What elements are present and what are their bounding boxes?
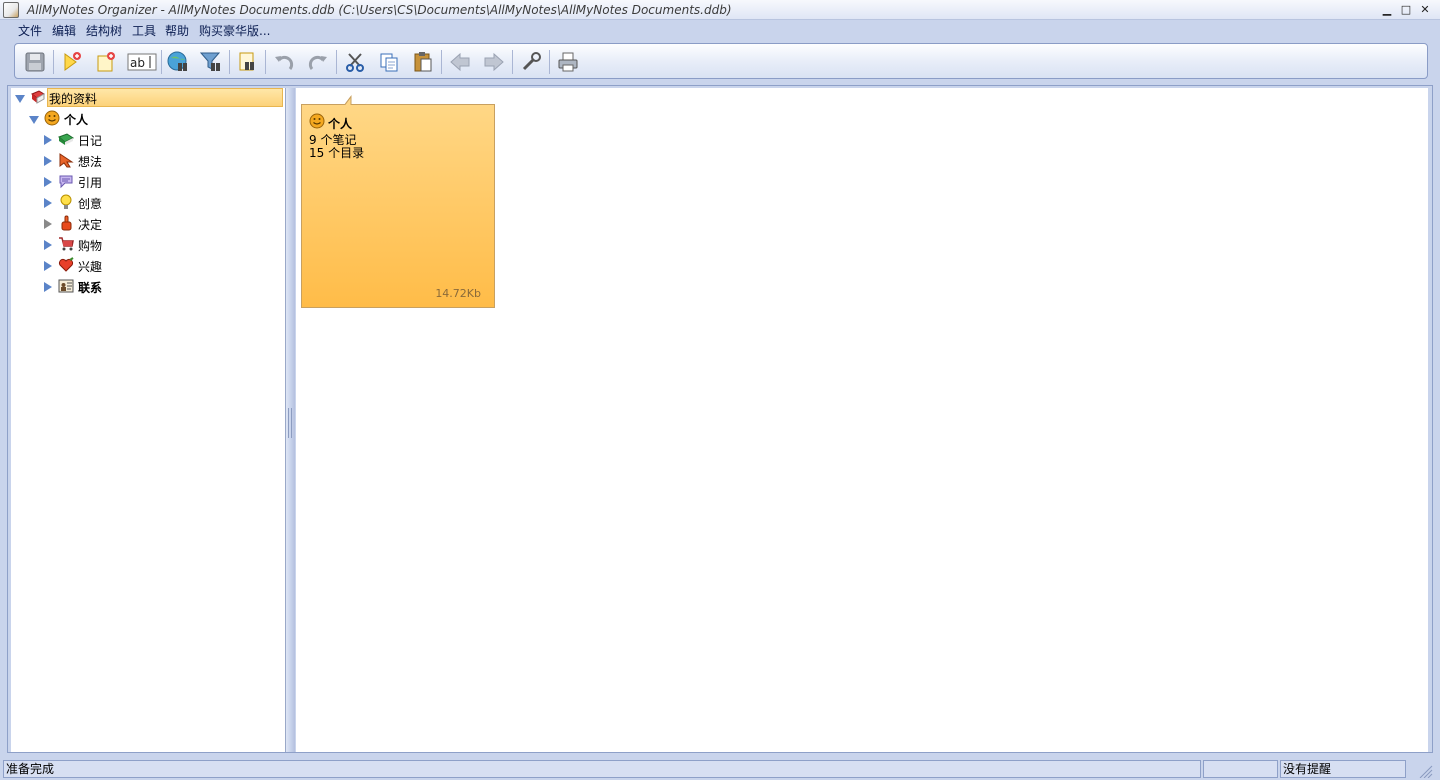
menu-tree[interactable]: 结构树 bbox=[86, 22, 122, 39]
smiley-icon bbox=[309, 113, 325, 129]
speech-bubble-icon bbox=[59, 175, 73, 189]
tree-item-contacts[interactable]: 联系 bbox=[11, 277, 283, 297]
rename-icon[interactable]: ab bbox=[127, 49, 157, 75]
print-icon[interactable] bbox=[555, 49, 581, 75]
find-icon[interactable] bbox=[235, 49, 261, 75]
panel-splitter[interactable] bbox=[286, 88, 295, 752]
menu-buy-deluxe[interactable]: 购买豪华版... bbox=[199, 22, 270, 39]
tree-item-label: 日记 bbox=[78, 134, 103, 148]
cut-icon[interactable] bbox=[342, 49, 368, 75]
tree-item-quotes[interactable]: 引用 bbox=[11, 172, 283, 192]
tree-folder-personal[interactable]: 个人 bbox=[11, 109, 283, 129]
card-size: 14.72Kb bbox=[435, 287, 481, 300]
paste-icon[interactable] bbox=[410, 49, 436, 75]
collapse-toggle-icon[interactable] bbox=[44, 135, 52, 145]
card-title: 个人 bbox=[328, 117, 353, 131]
tree-root-label: 我的资料 bbox=[49, 92, 98, 106]
tree-item-decisions[interactable]: 决定 bbox=[11, 214, 283, 234]
tree-item-creative[interactable]: 创意 bbox=[11, 193, 283, 213]
status-bar: 准备完成 没有提醒 bbox=[0, 758, 1440, 780]
tree-item-label: 想法 bbox=[78, 155, 103, 169]
expand-toggle-icon[interactable] bbox=[29, 116, 39, 124]
expand-toggle-icon[interactable] bbox=[15, 95, 25, 103]
pointing-hand-icon bbox=[61, 215, 72, 231]
filter-icon[interactable] bbox=[198, 49, 224, 75]
contact-card-icon bbox=[58, 279, 74, 293]
tree-item-label: 创意 bbox=[78, 197, 103, 211]
tree-item-label: 购物 bbox=[78, 239, 103, 253]
collapse-toggle-icon[interactable] bbox=[44, 177, 52, 187]
lightbulb-icon bbox=[60, 194, 72, 209]
minimize-button[interactable]: ▁ bbox=[1380, 3, 1394, 17]
menu-help[interactable]: 帮助 bbox=[165, 22, 189, 39]
save-icon[interactable] bbox=[22, 49, 48, 75]
shopping-cart-icon bbox=[59, 237, 74, 251]
forward-arrow-icon[interactable] bbox=[481, 49, 507, 75]
smiley-icon bbox=[44, 110, 60, 126]
thought-arrow-icon bbox=[59, 153, 74, 168]
maximize-button[interactable]: □ bbox=[1399, 3, 1413, 17]
app-icon[interactable] bbox=[3, 2, 19, 18]
tree-item-label: 兴趣 bbox=[78, 260, 103, 274]
collapse-toggle-icon[interactable] bbox=[44, 240, 52, 250]
status-reminder: 没有提醒 bbox=[1280, 760, 1406, 778]
menu-bar: 文件 编辑 结构树 工具 帮助 购买豪华版... bbox=[0, 20, 1440, 40]
collapse-toggle-icon[interactable] bbox=[44, 198, 52, 208]
new-folder-icon[interactable] bbox=[93, 49, 119, 75]
resize-grip-icon[interactable] bbox=[1418, 764, 1434, 779]
tree-item-label: 联系 bbox=[78, 281, 103, 295]
copy-icon[interactable] bbox=[376, 49, 402, 75]
toolbar: ab bbox=[14, 43, 1428, 79]
status-spacer bbox=[1203, 760, 1278, 778]
menu-tools[interactable]: 工具 bbox=[132, 22, 156, 39]
collapse-toggle-icon[interactable] bbox=[44, 282, 52, 292]
tree-item-label: 引用 bbox=[78, 176, 103, 190]
menu-file[interactable]: 文件 bbox=[18, 22, 42, 39]
tree-item-shopping[interactable]: 购物 bbox=[11, 235, 283, 255]
undo-icon[interactable] bbox=[271, 49, 297, 75]
web-search-icon[interactable] bbox=[165, 49, 191, 75]
tree-item-ideas[interactable]: 想法 bbox=[11, 151, 283, 171]
tools-icon[interactable] bbox=[518, 49, 544, 75]
new-note-icon[interactable] bbox=[59, 49, 85, 75]
menu-edit[interactable]: 编辑 bbox=[52, 22, 76, 39]
card-dirs-count: 15 个目录 bbox=[309, 146, 365, 160]
main-panel: 个人 9 个笔记 15 个目录 14.72Kb bbox=[296, 88, 1428, 752]
collapse-toggle-icon[interactable] bbox=[44, 219, 52, 229]
back-arrow-icon[interactable] bbox=[447, 49, 473, 75]
tree-item-label: 决定 bbox=[78, 218, 103, 232]
tree-folder-label: 个人 bbox=[64, 113, 89, 127]
svg-text:ab: ab bbox=[130, 56, 145, 70]
tree-panel[interactable]: 我的资料 个人 日记 想法 引用 创意 决定 购物 兴趣 联系 bbox=[11, 88, 286, 752]
splitter-grip-icon[interactable] bbox=[288, 408, 292, 438]
tree-item-diary[interactable]: 日记 bbox=[11, 130, 283, 150]
close-button[interactable]: ✕ bbox=[1418, 3, 1432, 17]
folder-card-personal[interactable]: 个人 9 个笔记 15 个目录 14.72Kb bbox=[301, 92, 495, 308]
tree-root-row[interactable]: 我的资料 bbox=[11, 88, 283, 108]
collapse-toggle-icon[interactable] bbox=[44, 156, 52, 166]
collapse-toggle-icon[interactable] bbox=[44, 261, 52, 271]
title-bar: AllMyNotes Organizer - AllMyNotes Docume… bbox=[0, 0, 1440, 20]
books-icon bbox=[31, 90, 45, 104]
tree-item-interests[interactable]: 兴趣 bbox=[11, 256, 283, 276]
window-title: AllMyNotes Organizer - AllMyNotes Docume… bbox=[27, 3, 732, 17]
redo-icon[interactable] bbox=[305, 49, 331, 75]
diary-book-icon bbox=[58, 133, 74, 145]
status-text: 准备完成 bbox=[3, 760, 1201, 778]
heart-icon bbox=[58, 257, 74, 272]
